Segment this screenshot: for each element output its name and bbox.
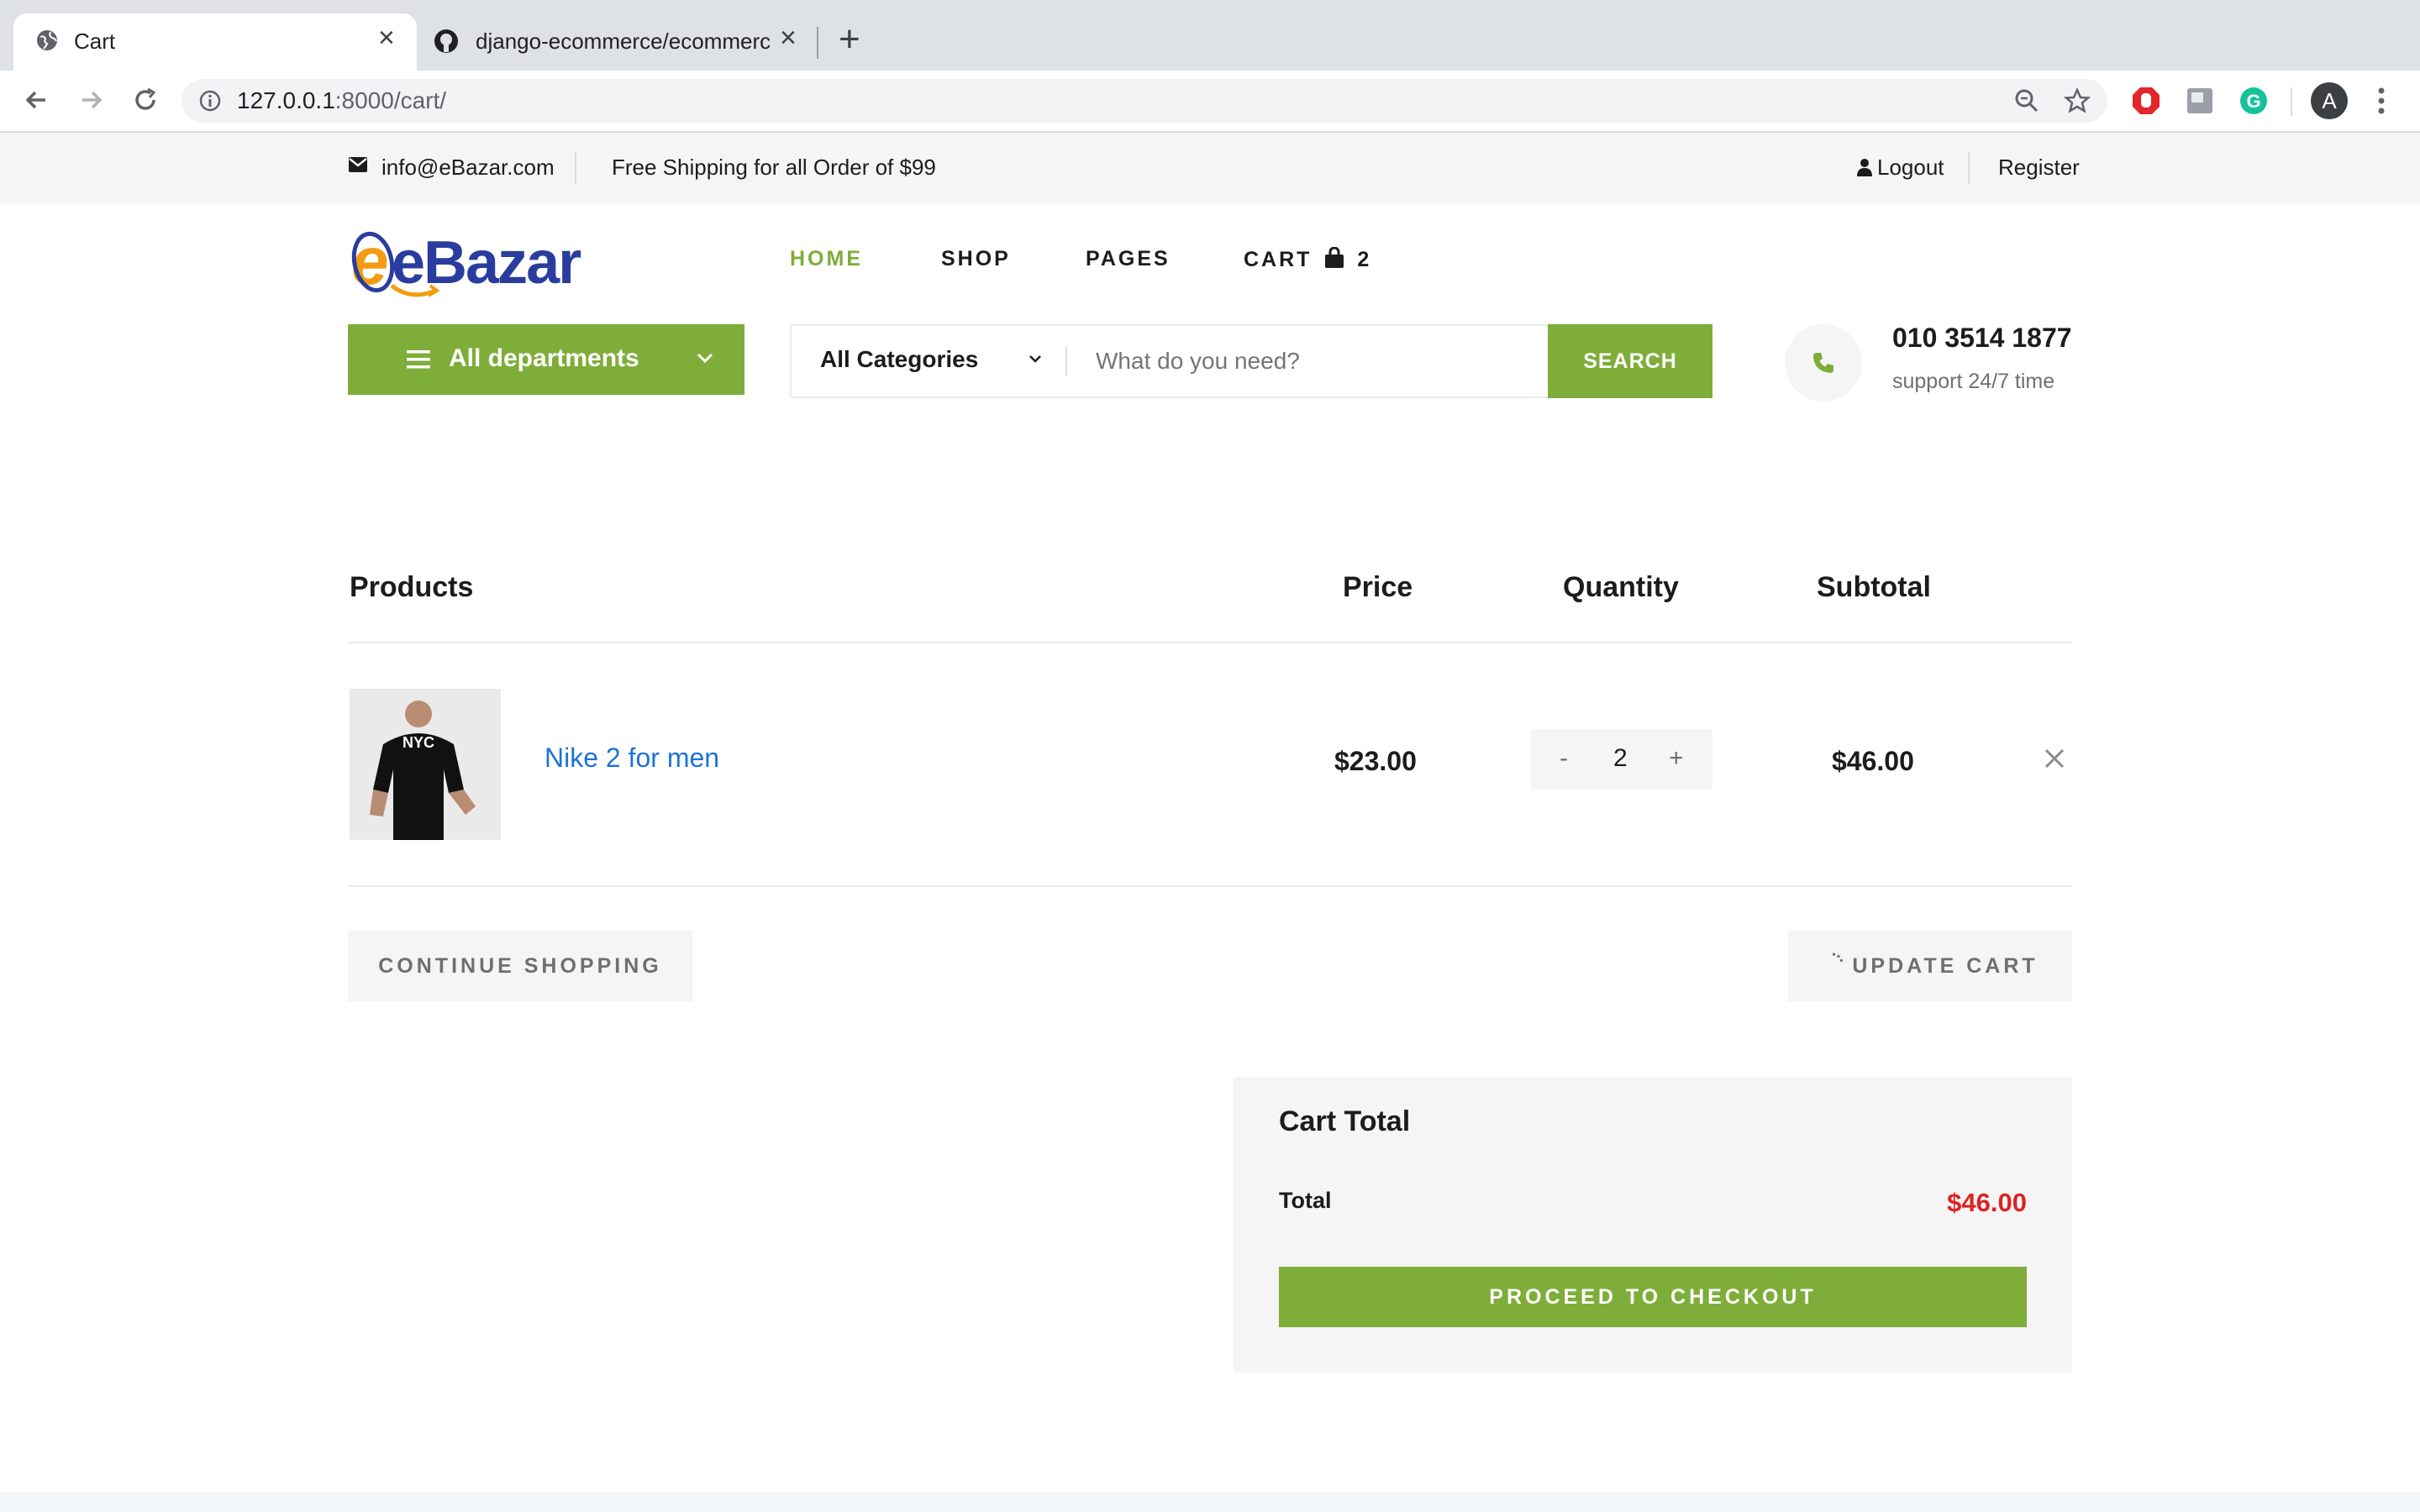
svg-text:G: G	[2246, 91, 2260, 112]
search-divider	[1065, 346, 1067, 376]
total-value: $46.00	[1947, 1188, 2027, 1217]
back-arrow-icon[interactable]	[22, 86, 50, 119]
globe-icon	[35, 29, 59, 52]
cart-total-title: Cart Total	[1279, 1105, 1411, 1137]
tab-github[interactable]: django-ecommerce/ecommerce ×	[420, 13, 815, 71]
shopping-bag-icon	[1323, 246, 1345, 275]
category-select[interactable]: All Categories	[820, 346, 978, 373]
url-path: :8000/cart/	[334, 87, 447, 113]
support-text: support 24/7 time	[1892, 370, 2055, 393]
product-price: $23.00	[1334, 746, 1417, 776]
tab-title: django-ecommerce/ecommerce	[476, 29, 770, 54]
tab-close-icon[interactable]: ×	[378, 22, 395, 55]
search-input[interactable]	[1094, 339, 1551, 383]
hamburger-icon	[407, 349, 430, 374]
product-subtotal: $46.00	[1832, 746, 1914, 776]
quantity-stepper: - 2 +	[1531, 729, 1712, 790]
toolbar-divider	[2291, 87, 2292, 116]
contact-email[interactable]: info@eBazar.com	[381, 155, 555, 181]
svg-text:NYC: NYC	[402, 734, 434, 751]
search-button[interactable]: SEARCH	[1548, 324, 1712, 398]
quantity-increase-button[interactable]: +	[1669, 744, 1684, 773]
new-tab-icon[interactable]: +	[839, 18, 860, 60]
browser-tab-strip: Cart × django-ecommerce/ecommerce × +	[0, 0, 2420, 71]
product-name-link[interactable]: Nike 2 for men	[544, 743, 719, 774]
table-divider	[348, 642, 2072, 643]
tab-cart[interactable]: Cart ×	[13, 13, 417, 71]
envelope-icon	[348, 156, 368, 177]
proceed-to-checkout-button[interactable]: PROCEED TO CHECKOUT	[1279, 1267, 2027, 1327]
register-link[interactable]: Register	[1998, 155, 2080, 181]
footer-top-edge	[0, 1492, 2420, 1512]
profile-avatar[interactable]: A	[2311, 82, 2348, 119]
product-image[interactable]: NYC	[350, 689, 501, 840]
topbar-divider	[575, 151, 576, 185]
logo-text: eBazar	[392, 229, 581, 297]
phone-icon	[1812, 351, 1835, 379]
update-cart-label: UPDATE CART	[1852, 953, 2039, 978]
tab-title: Cart	[74, 29, 116, 54]
forward-arrow-icon[interactable]	[77, 86, 106, 119]
cart-count: 2	[1357, 248, 1372, 271]
url-host: 127.0.0.1	[237, 87, 335, 113]
nav-cart-label: CART	[1244, 248, 1313, 271]
info-icon[interactable]	[198, 89, 222, 117]
table-row: NYC Nike 2 for men $23.00 - 2 + $46.00	[348, 687, 2072, 842]
col-header-quantity: Quantity	[1563, 571, 1679, 603]
continue-shopping-button[interactable]: CONTINUE SHOPPING	[348, 931, 692, 1001]
zoom-icon[interactable]	[2013, 87, 2040, 118]
extension-icon[interactable]	[2185, 86, 2215, 120]
col-header-price: Price	[1343, 571, 1413, 603]
shipping-notice: Free Shipping for all Order of $99	[612, 155, 936, 180]
remove-item-close-icon[interactable]	[2042, 746, 2067, 775]
browser-toolbar: 127.0.0.1:8000/cart/ G A	[0, 71, 2420, 133]
quantity-value[interactable]: 2	[1613, 744, 1628, 773]
nav-cart[interactable]: CART 2	[1244, 246, 1372, 275]
address-bar[interactable]: 127.0.0.1:8000/cart/	[182, 79, 2107, 123]
user-icon	[1857, 158, 1872, 181]
update-cart-button[interactable]: UPDATE CART	[1788, 931, 2072, 1001]
header-top-bar: info@eBazar.com Free Shipping for all Or…	[0, 133, 2420, 203]
nav-shop[interactable]: SHOP	[941, 247, 1011, 271]
chevron-down-icon	[696, 349, 714, 370]
site-logo[interactable]: e eBazar	[348, 218, 581, 302]
table-divider	[348, 885, 2072, 887]
logout-link[interactable]: Logout	[1877, 155, 1944, 181]
col-header-products: Products	[350, 571, 474, 603]
quantity-decrease-button[interactable]: -	[1560, 744, 1568, 773]
tab-divider	[817, 27, 818, 59]
adblock-extension-icon[interactable]	[2131, 86, 2161, 120]
total-label: Total	[1279, 1188, 1332, 1213]
grammarly-icon[interactable]: G	[2238, 86, 2269, 120]
topbar-divider	[1968, 151, 1970, 185]
tab-close-icon[interactable]: ×	[780, 22, 797, 55]
url-text: 127.0.0.1:8000/cart/	[237, 87, 446, 114]
spinner-icon	[1822, 953, 1844, 980]
nav-home[interactable]: HOME	[790, 247, 863, 271]
col-header-subtotal: Subtotal	[1817, 571, 1931, 603]
chevron-down-icon[interactable]	[1027, 351, 1044, 370]
phone-badge	[1785, 324, 1862, 402]
search-form: All Categories SEARCH	[790, 324, 1712, 398]
cart-total-box: Cart Total Total $46.00 PROCEED TO CHECK…	[1234, 1077, 2072, 1373]
bookmark-star-icon[interactable]	[2063, 87, 2091, 118]
menu-dots-icon[interactable]	[2375, 84, 2388, 122]
reload-icon[interactable]	[131, 86, 160, 119]
nav-pages[interactable]: PAGES	[1086, 247, 1171, 271]
github-icon	[434, 29, 459, 54]
departments-label: All departments	[449, 344, 639, 372]
all-departments-button[interactable]: All departments	[348, 324, 744, 395]
phone-number: 010 3514 1877	[1892, 323, 2072, 353]
